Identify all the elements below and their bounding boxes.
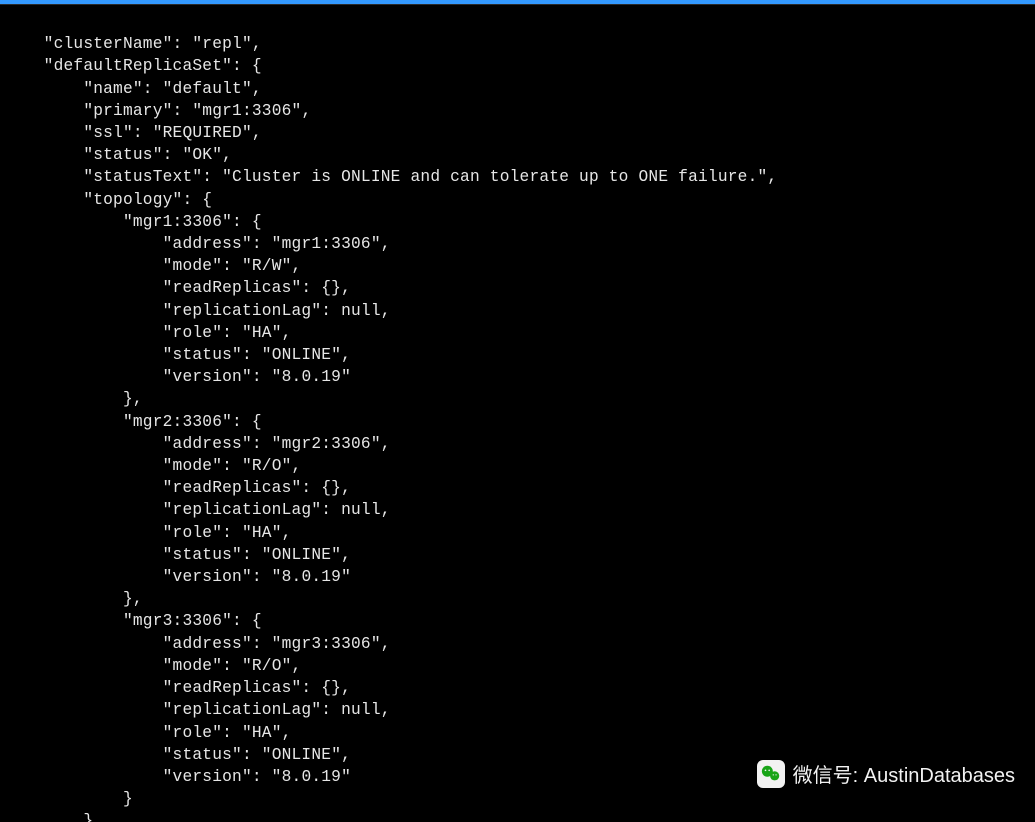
mgr1-status: ONLINE [272,346,332,364]
mgr2-readreplicas: {} [321,479,341,497]
mgr1-mode: R/W [252,257,282,275]
rs-ssl: REQUIRED [163,124,242,142]
mgr3-readreplicas: {} [321,679,341,697]
mgr2-address: mgr2:3306 [282,435,371,453]
mgr3-status: ONLINE [272,746,332,764]
json-line: "replicationLag": null, [4,701,401,719]
json-line: "status": "ONLINE", [4,346,361,364]
watermark: 微信号: AustinDatabases [757,759,1015,788]
json-line: "version": "8.0.19" [4,568,351,586]
mgr2-status: ONLINE [272,546,332,564]
rs-name: default [173,80,242,98]
mgr3-role: HA [252,724,272,742]
json-line: "statusText": "Cluster is ONLINE and can… [4,168,787,186]
json-line: "defaultReplicaSet": { [4,57,262,75]
json-line: "version": "8.0.19" [4,368,351,386]
json-line: "name": "default", [4,80,272,98]
json-line: "role": "HA", [4,324,301,342]
watermark-text: 微信号: AustinDatabases [793,759,1015,788]
mgr3-mode: R/O [252,657,282,675]
json-line: "version": "8.0.19" [4,768,351,786]
json-line: "mode": "R/O", [4,457,311,475]
json-line: "status": "ONLINE", [4,746,361,764]
json-line: }, [4,390,153,408]
json-line: }, [4,590,153,608]
mgr3-version: 8.0.19 [282,768,342,786]
mgr2-mode: R/O [252,457,282,475]
json-line: "replicationLag": null, [4,501,401,519]
json-line: "address": "mgr2:3306", [4,435,401,453]
json-line: "topology": { [4,191,212,209]
json-line: "status": "OK", [4,146,242,164]
json-line: }, [4,812,113,822]
json-line: "mgr3:3306": { [4,612,262,630]
json-line: } [4,790,133,808]
json-line: "replicationLag": null, [4,302,401,320]
json-line: "role": "HA", [4,724,301,742]
mgr1-replag: null [341,302,381,320]
json-line: "status": "ONLINE", [4,546,361,564]
mgr1-address: mgr1:3306 [282,235,371,253]
terminal-output: "clusterName": "repl", "defaultReplicaSe… [0,5,1035,822]
mgr3-replag: null [341,701,381,719]
wechat-icon [757,760,785,788]
json-line: "mgr1:3306": { [4,213,262,231]
watermark-label: 微信号 [793,765,853,787]
json-line: "readReplicas": {}, [4,279,361,297]
mgr3-address: mgr3:3306 [282,635,371,653]
mgr2-role: HA [252,524,272,542]
mgr2-version: 8.0.19 [282,568,342,586]
mgr1-readreplicas: {} [321,279,341,297]
mgr1-role: HA [252,324,272,342]
json-line: "clusterName": "repl", [4,35,272,53]
json-line: "address": "mgr3:3306", [4,635,401,653]
cluster-name-value: repl [202,35,242,53]
rs-status: OK [192,146,212,164]
json-line: "mode": "R/W", [4,257,311,275]
rs-primary: mgr1:3306 [202,102,291,120]
json-line: "primary": "mgr1:3306", [4,102,321,120]
rs-status-text: Cluster is ONLINE and can tolerate up to… [232,168,757,186]
json-line: "readReplicas": {}, [4,679,361,697]
json-line: "ssl": "REQUIRED", [4,124,272,142]
watermark-handle: AustinDatabases [864,765,1015,787]
json-line: "mode": "R/O", [4,657,311,675]
mgr1-version: 8.0.19 [282,368,342,386]
mgr2-replag: null [341,501,381,519]
json-line: "address": "mgr1:3306", [4,235,401,253]
json-line: "readReplicas": {}, [4,479,361,497]
json-line: "mgr2:3306": { [4,413,262,431]
json-line: "role": "HA", [4,524,301,542]
